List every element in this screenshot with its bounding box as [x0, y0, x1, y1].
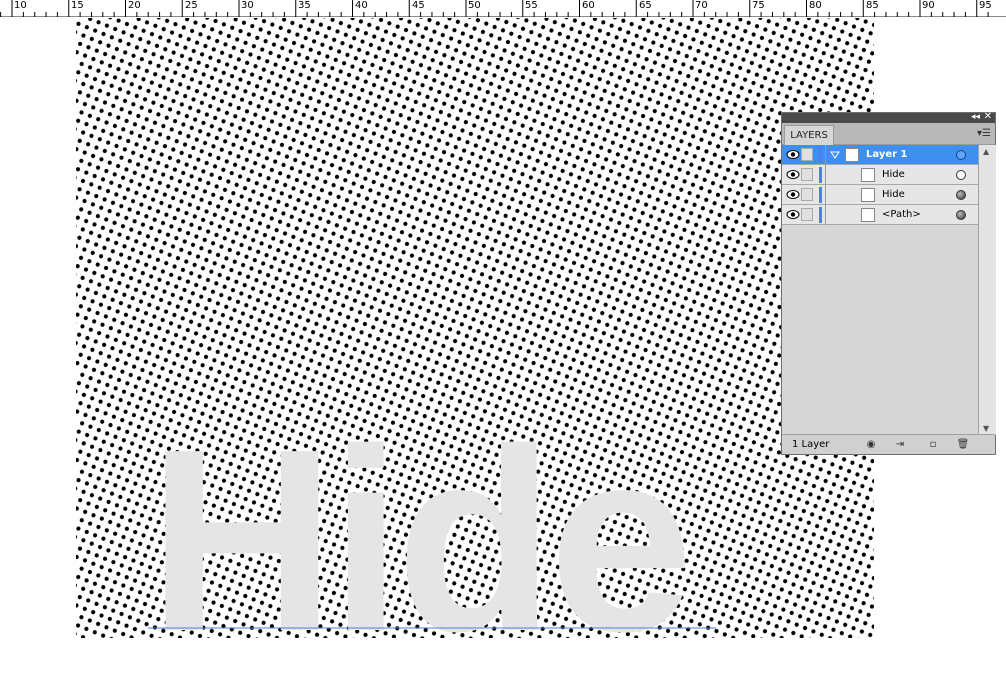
horizontal-ruler[interactable]: 10 15 20 25 30 35 40 45 50 55 60 65 70 7… [0, 0, 1006, 17]
divider [825, 145, 826, 165]
target-circle-icon[interactable] [956, 150, 966, 160]
eye-icon[interactable] [786, 189, 800, 200]
layer-row[interactable]: Hide [782, 165, 978, 185]
divider [825, 185, 826, 205]
layer-name[interactable]: Hide [882, 188, 905, 202]
scroll-up-icon[interactable]: ▲ [983, 147, 989, 156]
layers-panel: ◂◂ ✕ LAYERS ▾☰ Layer 1 Hide Hide <Path> … [781, 111, 996, 455]
panel-menu-icon[interactable]: ▾☰ [977, 128, 991, 139]
eye-icon[interactable] [786, 169, 800, 180]
layer-thumbnail [845, 148, 859, 162]
lock-toggle[interactable] [801, 188, 813, 201]
lock-toggle[interactable] [801, 148, 813, 161]
hide-text-object[interactable]: Hide [148, 396, 693, 638]
ruler-label: 20 [128, 0, 141, 11]
ruler-label: 65 [639, 0, 652, 11]
layer-name[interactable]: Hide [882, 168, 905, 182]
ruler-label: 75 [752, 0, 765, 11]
ruler-label: 95 [979, 0, 992, 11]
layer-name[interactable]: <Path> [882, 208, 921, 222]
panel-title-bar[interactable]: ◂◂ ✕ [782, 111, 995, 123]
divider [825, 205, 826, 225]
close-icon[interactable]: ✕ [984, 111, 992, 123]
delete-layer-icon[interactable]: 🗑 [956, 438, 970, 451]
ruler-label: 85 [866, 0, 879, 11]
layer-row[interactable]: Hide [782, 185, 978, 205]
ruler-label: 10 [14, 0, 27, 11]
layer-count-label: 1 Layer [792, 439, 830, 450]
ruler-label: 60 [582, 0, 595, 11]
layer-color-indicator [819, 187, 822, 203]
target-circle-icon[interactable] [956, 190, 966, 200]
scroll-down-icon[interactable]: ▼ [983, 424, 989, 433]
layer-color-indicator [819, 207, 822, 223]
layer-thumbnail [861, 188, 875, 202]
double-chevron-icon[interactable]: ◂◂ [971, 111, 980, 123]
tab-layers[interactable]: LAYERS [784, 125, 834, 145]
ruler-label: 40 [355, 0, 368, 11]
panel-footer: 1 Layer ◉ ⇥ ▫ 🗑 [782, 434, 995, 454]
ruler-label: 25 [185, 0, 198, 11]
panel-tab-bar: LAYERS ▾☰ [782, 123, 995, 145]
ruler-label: 80 [809, 0, 822, 11]
chevron-down-icon[interactable] [830, 150, 840, 160]
layer-list-scrollbar[interactable]: ▲ ▼ [978, 145, 996, 435]
ruler-label: 70 [695, 0, 708, 11]
ruler-ticks [0, 0, 989, 17]
layer-thumbnail [861, 168, 875, 182]
divider [825, 165, 826, 185]
create-sublayer-icon[interactable]: ⇥ [893, 438, 907, 451]
ruler-label: 55 [525, 0, 538, 11]
layer-color-indicator [819, 147, 822, 163]
create-new-layer-icon[interactable]: ▫ [926, 438, 940, 451]
layer-row[interactable]: <Path> [782, 205, 978, 225]
ruler-label: 90 [922, 0, 935, 11]
artboard-canvas[interactable]: Hide [76, 18, 874, 638]
layer-list: Layer 1 Hide Hide <Path> [782, 145, 978, 435]
layer-name[interactable]: Layer 1 [866, 148, 907, 162]
ruler-label: 30 [241, 0, 254, 11]
halftone-artwork[interactable]: Hide [76, 18, 874, 638]
eye-icon[interactable] [786, 209, 800, 220]
target-circle-icon[interactable] [956, 170, 966, 180]
make-clipping-mask-icon[interactable]: ◉ [864, 438, 878, 451]
layer-thumbnail [861, 208, 875, 222]
ruler-label: 45 [412, 0, 425, 11]
ruler-label: 35 [298, 0, 311, 11]
target-circle-icon[interactable] [956, 210, 966, 220]
ruler-label: 50 [468, 0, 481, 11]
layer-row[interactable]: Layer 1 [782, 145, 978, 165]
lock-toggle[interactable] [801, 168, 813, 181]
lock-toggle[interactable] [801, 208, 813, 221]
ruler-label: 15 [71, 0, 84, 11]
eye-icon[interactable] [786, 149, 800, 160]
layer-color-indicator [819, 167, 822, 183]
